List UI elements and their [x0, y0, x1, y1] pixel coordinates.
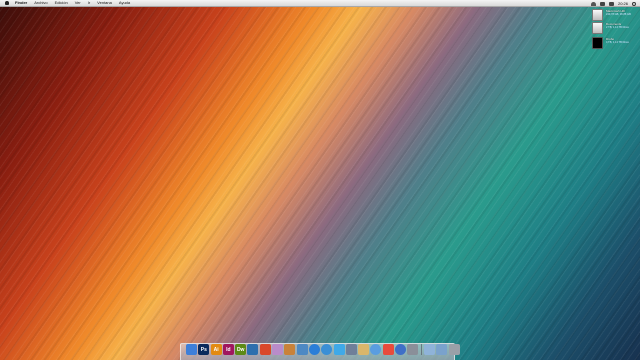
preview-icon[interactable] — [296, 344, 308, 355]
messages-icon[interactable] — [370, 344, 382, 355]
mail-stamp-icon[interactable] — [284, 344, 296, 355]
menu-item-edición[interactable]: Edición — [55, 0, 68, 6]
menu-bar-status: 20:26 — [590, 0, 636, 7]
finder-icon[interactable] — [186, 344, 197, 355]
hard-drive-icon[interactable] — [592, 9, 603, 21]
downloads-folder-icon[interactable] — [436, 344, 448, 355]
photoshop-icon[interactable]: Ps — [198, 344, 210, 355]
dreamweaver-icon[interactable]: Dw — [235, 344, 247, 355]
menu-item-finder[interactable]: Finder — [15, 0, 27, 6]
dock-icons: Ps Ai Id Dw — [186, 344, 460, 355]
illustrator-icon[interactable]: Ai — [210, 344, 222, 355]
dock-separator — [420, 344, 422, 355]
desktop-volume-3[interactable]: Drobo 4 TB, 1,14 TB libres — [592, 37, 636, 49]
indesign-icon[interactable]: Id — [222, 344, 234, 355]
menu-item-ir[interactable]: Ir — [88, 0, 90, 6]
apple-icon[interactable] — [5, 1, 9, 5]
menu-item-archivo[interactable]: Archivo — [34, 0, 47, 6]
notes-icon[interactable] — [358, 344, 370, 355]
system-preferences-icon[interactable] — [407, 344, 419, 355]
desktop-volume-1[interactable]: Macintosh HD 249,78 GB, 36,88 GB — [592, 9, 636, 21]
clock[interactable]: 20:26 — [618, 1, 628, 6]
menu-bar: Finder Archivo Edición Ver Ir Ventana Ayuda 20… — [0, 0, 640, 7]
desktop-item-info: 249,78 GB, 36,88 GB — [606, 13, 631, 16]
calendar-icon[interactable] — [382, 344, 394, 355]
palette-icon[interactable] — [272, 344, 284, 355]
trash-icon[interactable] — [448, 344, 460, 355]
app-store-icon[interactable] — [308, 344, 320, 355]
external-drive-icon[interactable] — [592, 22, 603, 34]
twitter-icon[interactable] — [333, 344, 345, 355]
search-icon[interactable] — [632, 1, 636, 6]
menu-item-ventana[interactable]: Ventana — [97, 0, 112, 6]
safari-icon[interactable] — [321, 344, 333, 355]
menu-item-ayuda[interactable]: Ayuda — [119, 0, 130, 6]
menu-item-ver[interactable]: Ver — [75, 0, 81, 6]
drobo-drive-icon[interactable] — [592, 37, 603, 49]
reader-icon[interactable] — [345, 344, 357, 355]
desktop-wallpaper — [0, 0, 640, 360]
desktop-volume-2[interactable]: Documents 2 TB, 1,14 TB libres — [592, 22, 636, 34]
wifi-icon[interactable] — [590, 1, 596, 6]
desktop-item-info: 2 TB, 1,14 TB libres — [606, 26, 629, 29]
pen-tool-icon[interactable] — [247, 344, 259, 355]
volume-icon[interactable] — [599, 1, 605, 6]
applications-folder-icon[interactable] — [423, 344, 435, 355]
color-app-icon[interactable] — [259, 344, 271, 355]
itunes-icon[interactable] — [395, 344, 407, 355]
battery-icon[interactable] — [608, 1, 614, 6]
desktop-item-info: 4 TB, 1,14 TB libres — [606, 41, 629, 44]
